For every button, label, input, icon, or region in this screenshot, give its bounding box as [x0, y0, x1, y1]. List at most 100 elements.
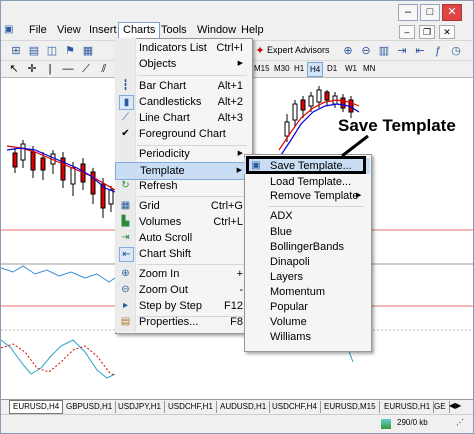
tile-icon[interactable]: ▥: [377, 44, 391, 58]
market-watch-icon[interactable]: ◫: [45, 44, 59, 58]
menu-item-chart-shift[interactable]: ⇤ Chart Shift: [115, 246, 251, 262]
template-item-adx[interactable]: ADX: [244, 208, 370, 224]
menu-label: ADX: [270, 210, 293, 222]
autoscroll-toolbar-icon[interactable]: ⇥: [395, 44, 409, 58]
child-restore-button[interactable]: ❐: [419, 25, 435, 39]
timeframe-h4[interactable]: H4: [307, 62, 324, 77]
bar-chart-icon: ┇: [122, 80, 129, 91]
timeframe-w1[interactable]: W1: [343, 62, 359, 75]
traffic-readout: 290/0 kb: [397, 418, 428, 427]
menu-window[interactable]: Window: [193, 23, 240, 38]
template-item-williams[interactable]: Williams: [244, 329, 370, 345]
candlestick-icon: ▮: [119, 95, 134, 110]
terminal-icon[interactable]: ▦: [81, 44, 95, 58]
menu-file[interactable]: File: [25, 23, 51, 38]
menu-item-step-by-step[interactable]: ▸ Step by Step F12: [115, 298, 251, 314]
child-minimize-button[interactable]: –: [399, 25, 415, 39]
menu-item-volumes[interactable]: ▙ Volumes Ctrl+L: [115, 214, 251, 230]
template-item-bollingerbands[interactable]: BollingerBands: [244, 239, 370, 255]
menu-label: BollingerBands: [270, 241, 344, 253]
menu-item-auto-scroll[interactable]: ⇥ Auto Scroll: [115, 230, 251, 246]
vertical-line-icon[interactable]: |: [43, 62, 57, 76]
profiles-icon[interactable]: ▤: [27, 44, 41, 58]
child-close-button[interactable]: ✕: [439, 25, 455, 39]
oscillator-line-1: [1, 265, 116, 283]
menu-item-zoom-out[interactable]: ⊖ Zoom Out -: [115, 282, 251, 298]
expert-advisors-button[interactable]: Expert Advisors: [267, 45, 330, 55]
channel-icon[interactable]: ⫽: [97, 62, 111, 76]
template-item-dinapoli[interactable]: Dinapoli: [244, 254, 370, 270]
menu-item-line-chart[interactable]: ⟋ Line Chart Alt+3: [115, 110, 251, 126]
tab-eurusd-h4[interactable]: EURUSD,H4: [9, 400, 64, 414]
menu-view[interactable]: View: [53, 23, 85, 38]
tab-eurusd-h1[interactable]: EURUSD,H1: [381, 401, 435, 413]
menu-label: Bar Chart: [139, 80, 187, 92]
template-submenu-items: ▣ Save Template... Load Template... Remo…: [244, 154, 370, 350]
template-item-layers[interactable]: Layers: [244, 269, 370, 285]
menu-accel: Ctrl+L: [213, 216, 243, 228]
tab-audusd-h1[interactable]: AUDUSD,H1: [217, 401, 271, 413]
zoom-in-toolbar-icon[interactable]: ⊕: [341, 44, 355, 58]
menu-item-objects[interactable]: Objects ▶: [115, 56, 251, 72]
menu-label: Volumes: [139, 216, 182, 228]
menu-accel: Alt+3: [217, 112, 243, 124]
expert-advisor-icon[interactable]: ✦: [253, 44, 267, 58]
trendline-icon[interactable]: ⟋: [79, 62, 93, 76]
menu-separator: [137, 264, 247, 265]
navigator-icon[interactable]: ⚑: [63, 44, 77, 58]
submenu-arrow-icon: ▶: [236, 167, 242, 174]
menu-item-grid[interactable]: ▦ Grid Ctrl+G: [115, 198, 251, 214]
timeframe-d1[interactable]: D1: [325, 62, 339, 75]
tab-usdchf-h1[interactable]: USDCHF,H1: [165, 401, 217, 413]
menu-label: Candlesticks: [139, 96, 202, 108]
menu-item-indicators-list[interactable]: Indicators List Ctrl+I: [115, 40, 251, 56]
resize-grip-icon[interactable]: ⋰: [456, 418, 464, 427]
menu-item-properties[interactable]: ▤ Properties... F8: [115, 314, 251, 330]
minimize-button[interactable]: –: [398, 4, 418, 21]
menu-accel: +: [236, 268, 243, 280]
timeframe-m30[interactable]: M30: [272, 62, 292, 75]
volumes-icon: ▙: [121, 216, 130, 227]
menu-item-bar-chart[interactable]: ┇ Bar Chart Alt+1: [115, 78, 251, 94]
timeframe-h1[interactable]: H1: [292, 62, 306, 75]
menu-label: Grid: [139, 200, 160, 212]
menu-label: Dinapoli: [270, 256, 310, 268]
horizontal-line-icon[interactable]: —: [61, 62, 75, 76]
menu-item-periodicity[interactable]: Periodicity ▶: [115, 146, 251, 162]
zoom-out-toolbar-icon[interactable]: ⊖: [359, 44, 373, 58]
template-item-momentum[interactable]: Momentum: [244, 284, 370, 300]
menu-item-remove-template[interactable]: Remove Template ▶: [244, 188, 370, 204]
menu-label: Refresh: [139, 180, 178, 192]
timeframe-mn[interactable]: MN: [361, 62, 377, 75]
template-item-popular[interactable]: Popular: [244, 299, 370, 315]
timeframe-m15[interactable]: M15: [252, 62, 272, 75]
menu-charts[interactable]: Charts: [118, 22, 161, 39]
menu-tools[interactable]: Tools: [157, 23, 191, 38]
cursor-icon[interactable]: ↖: [7, 62, 21, 76]
menu-insert[interactable]: Insert: [85, 23, 121, 38]
menu-label: Volume: [270, 316, 307, 328]
properties-icon: ▤: [120, 316, 131, 327]
tab-scroll-arrows-icon[interactable]: ◀▶: [449, 401, 461, 410]
menu-item-zoom-in[interactable]: ⊕ Zoom In +: [115, 266, 251, 282]
template-item-blue[interactable]: Blue: [244, 224, 370, 240]
chart-shift-toolbar-icon[interactable]: ⇤: [413, 44, 427, 58]
tab-usdjpy-h1[interactable]: USDJPY,H1: [115, 401, 165, 413]
tab-usdchf-h4[interactable]: USDCHF,H4: [269, 401, 321, 413]
menu-item-foreground-chart[interactable]: ✔ Foreground Chart: [115, 126, 251, 142]
periods-toolbar-icon[interactable]: ◷: [449, 44, 463, 58]
menu-help[interactable]: Help: [237, 23, 268, 38]
new-chart-icon[interactable]: ⊞: [9, 44, 23, 58]
chart-tabs: EURUSD,H4 GBPUSD,H1 USDJPY,H1 USDCHF,H1 …: [1, 399, 473, 414]
menu-item-candlesticks[interactable]: ▮ Candlesticks Alt+2: [115, 94, 251, 110]
template-item-volume[interactable]: Volume: [244, 314, 370, 330]
tab-gbpusd-h1[interactable]: GBPUSD,H1: [63, 401, 117, 413]
maximize-button[interactable]: □: [420, 4, 440, 21]
candles-left: [12, 140, 114, 218]
close-button[interactable]: ✕: [442, 4, 462, 21]
crosshair-icon[interactable]: ✛: [25, 62, 39, 76]
indicators-toolbar-icon[interactable]: ƒ: [431, 44, 445, 58]
tab-ge[interactable]: GE: [431, 401, 450, 413]
menu-item-refresh[interactable]: ↻ Refresh: [115, 178, 251, 194]
tab-eurusd-m15[interactable]: EURUSD,M15: [321, 401, 380, 413]
